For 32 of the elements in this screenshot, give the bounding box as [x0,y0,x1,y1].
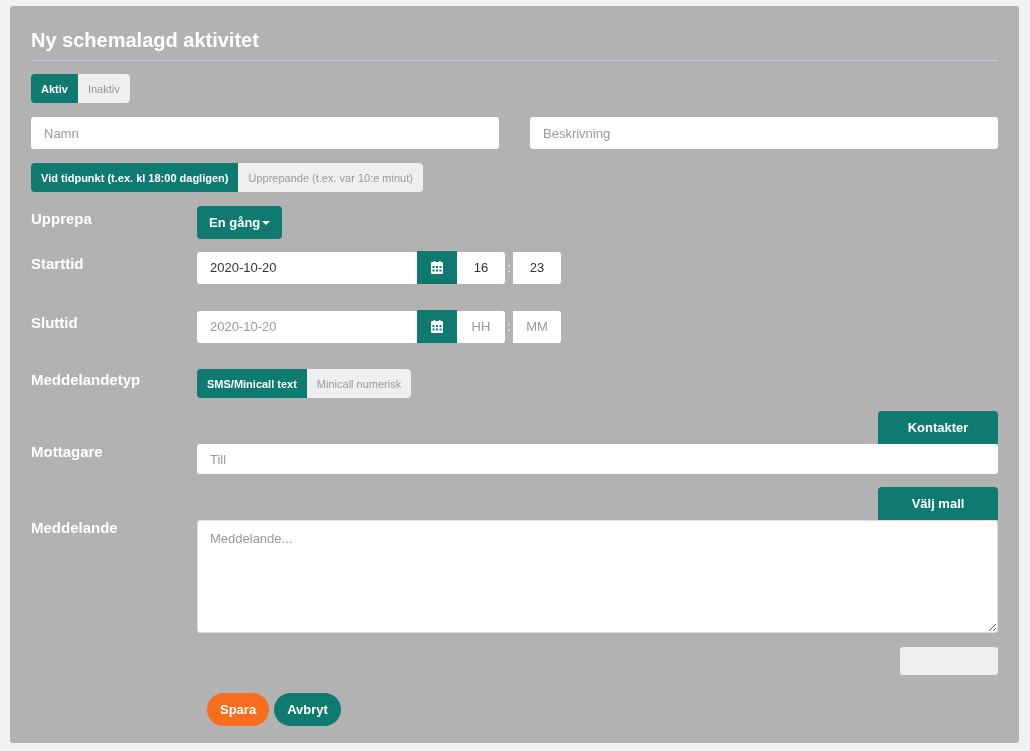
hour-field[interactable]: HH [457,310,505,343]
time-separator: : [506,319,512,334]
contacts-button[interactable]: Kontakter [878,411,998,444]
message-field[interactable]: Meddelande... [197,520,998,633]
field-label: Sluttid [31,313,79,331]
repeat-dropdown[interactable]: En gång [197,206,283,239]
field-label: Mottagare [31,442,104,460]
minute-field[interactable]: MM [513,310,561,343]
date-field[interactable]: 2020-10-20 [197,310,417,343]
name-field[interactable]: Namn [31,117,499,149]
field-label: Meddelande [31,518,119,536]
template-button[interactable]: Välj mall [878,487,998,520]
calendar-icon [431,320,443,333]
hour-field[interactable]: 16 [457,251,505,284]
calendar-button[interactable] [417,251,457,284]
status-toggle-option[interactable]: Aktiv [31,74,78,103]
field-label: Upprepa [31,209,93,227]
save-button[interactable]: Spara [207,693,270,726]
cancel-button[interactable]: Avbryt [274,693,341,726]
calendar-icon [431,261,443,274]
caret-icon [262,220,271,225]
message-type-option[interactable]: SMS/Minicall text [197,369,307,398]
page-title: Ny schemalagd aktivitet [31,28,260,53]
minute-field[interactable]: 23 [513,251,561,284]
field-label: Meddelandetyp [31,370,142,388]
time-separator: : [506,260,512,275]
recipient-field[interactable]: Till [197,444,998,474]
calendar-button[interactable] [417,310,457,343]
schedule-mode-option[interactable]: Vid tidpunkt (t.ex. kl 18:00 dagligen) [31,163,239,192]
field-label: Starttid [31,254,85,272]
description-field[interactable]: Beskrivning [530,117,998,149]
date-field[interactable]: 2020-10-20 [197,251,417,284]
